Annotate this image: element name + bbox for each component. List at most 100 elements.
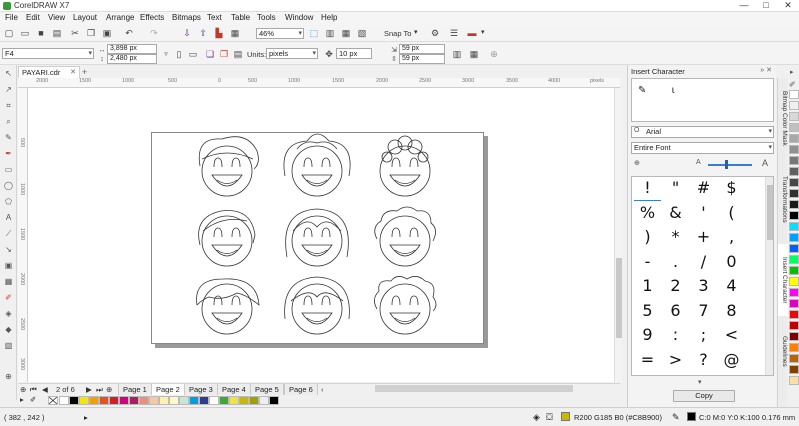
menu-edit[interactable]: Edit: [26, 13, 40, 22]
vertical-scroll-thumb[interactable]: [616, 258, 622, 338]
menu-effects[interactable]: Effects: [140, 13, 164, 22]
lock-ratio-icon[interactable]: ▿: [160, 48, 172, 60]
color-swatch[interactable]: [129, 396, 139, 405]
tab-insert-character[interactable]: Insert Character: [778, 244, 788, 316]
add-document-icon[interactable]: +: [82, 67, 87, 77]
character-cell[interactable]: 5: [634, 300, 661, 324]
menu-text[interactable]: Text: [207, 13, 222, 22]
character-cell[interactable]: !: [634, 177, 661, 201]
color-swatch[interactable]: [789, 200, 799, 209]
status-arrow-icon[interactable]: ▸: [84, 413, 88, 422]
add-property-icon[interactable]: ⊕: [488, 48, 500, 60]
horizontal-ruler[interactable]: 2000 1500 1000 500 0 500 1000 1500 2000 …: [18, 78, 620, 88]
print-icon[interactable]: ▤: [51, 27, 63, 39]
crop-tool-icon[interactable]: ⌗: [3, 100, 14, 111]
character-cell[interactable]: =: [634, 349, 661, 373]
character-cell[interactable]: 4: [718, 275, 745, 299]
text-tool-icon[interactable]: A: [3, 212, 14, 223]
options-icon-2[interactable]: ▦: [468, 48, 480, 60]
character-cell[interactable]: ": [662, 177, 689, 201]
size-slider-handle[interactable]: [725, 160, 728, 169]
color-swatch[interactable]: [99, 396, 109, 405]
menu-bitmaps[interactable]: Bitmaps: [172, 13, 201, 22]
horizontal-scrollbar[interactable]: [375, 385, 573, 392]
color-swatch[interactable]: [209, 396, 219, 405]
color-swatch[interactable]: [789, 211, 799, 220]
color-swatch[interactable]: [789, 288, 799, 297]
character-cell[interactable]: -: [634, 251, 661, 275]
add-tool-icon[interactable]: ⊕: [3, 371, 14, 382]
publish-pdf-icon[interactable]: ▙: [213, 27, 225, 39]
color-swatch[interactable]: [789, 222, 799, 231]
new-document-icon[interactable]: ▢: [3, 27, 15, 39]
character-cell[interactable]: 0: [718, 251, 745, 275]
character-cell[interactable]: 1: [634, 275, 661, 299]
character-cell[interactable]: &: [662, 202, 689, 226]
character-cell[interactable]: 2: [662, 275, 689, 299]
show-guidelines-icon[interactable]: ▧: [356, 27, 368, 39]
color-swatch[interactable]: [219, 396, 229, 405]
freehand-tool-icon[interactable]: ✎: [3, 132, 14, 143]
character-cell[interactable]: *: [662, 226, 689, 250]
app-launcher-icon[interactable]: ▦: [229, 27, 241, 39]
nudge-distance-field[interactable]: 10 px: [336, 48, 372, 59]
menu-table[interactable]: Table: [231, 13, 250, 22]
all-pages-icon[interactable]: ❏: [204, 48, 216, 60]
current-page-icon[interactable]: ❐: [218, 48, 230, 60]
page-height-field[interactable]: 2,480 px: [107, 54, 157, 64]
color-swatch[interactable]: [189, 396, 199, 405]
paste-icon[interactable]: ▣: [101, 27, 113, 39]
cut-icon[interactable]: ✂: [69, 27, 81, 39]
maximize-button[interactable]: □: [755, 0, 777, 12]
open-icon[interactable]: ▭: [19, 27, 31, 39]
landscape-icon[interactable]: ▭: [187, 48, 199, 60]
palette-arrow-icon[interactable]: ▸: [790, 68, 794, 76]
character-cell[interactable]: (: [718, 202, 745, 226]
character-cell[interactable]: B: [662, 373, 689, 375]
color-swatch[interactable]: [789, 376, 799, 385]
color-swatch[interactable]: [789, 277, 799, 286]
color-swatch[interactable]: [229, 396, 239, 405]
color-swatch[interactable]: [789, 112, 799, 121]
character-cell[interactable]: <: [718, 324, 745, 348]
parallel-dimension-tool-icon[interactable]: ⟋: [3, 228, 14, 239]
rectangle-tool-icon[interactable]: ▭: [3, 164, 14, 175]
character-grid-expand-icon[interactable]: ▾: [698, 378, 702, 386]
character-size-slider[interactable]: ⊕ A A: [634, 158, 774, 170]
color-swatch[interactable]: [169, 396, 179, 405]
polygon-tool-icon[interactable]: ⬠: [3, 196, 14, 207]
no-color-swatch[interactable]: [48, 396, 58, 405]
palette-scroll-icon[interactable]: ▸: [20, 395, 24, 404]
export-icon[interactable]: ⇧: [197, 27, 209, 39]
character-grid-scroll-thumb[interactable]: [767, 185, 773, 240]
color-swatch[interactable]: [789, 299, 799, 308]
tab-transformations[interactable]: Transformations: [778, 160, 788, 238]
connector-tool-icon[interactable]: ↘: [3, 244, 14, 255]
color-swatch[interactable]: [789, 310, 799, 319]
treat-as-filled-icon[interactable]: ▥: [451, 48, 463, 60]
character-cell[interactable]: @: [718, 349, 745, 373]
color-eyedropper-tool-icon[interactable]: ✐: [3, 292, 14, 303]
snap-to-menu[interactable]: Snap To: [384, 29, 411, 38]
copy-button[interactable]: Copy: [673, 390, 735, 402]
character-cell[interactable]: ;: [690, 324, 717, 348]
menu-arrange[interactable]: Arrange: [106, 13, 134, 22]
drawing-page[interactable]: [151, 132, 484, 344]
docker-controls-icon[interactable]: » ✕: [760, 66, 772, 74]
page-width-field[interactable]: 3,898 px: [107, 44, 157, 54]
duplicate-distance-y-field[interactable]: 59 px: [399, 54, 445, 64]
color-swatch[interactable]: [789, 266, 799, 275]
font-select[interactable]: Arial: [631, 126, 774, 138]
duplicate-distance-x-field[interactable]: 59 px: [399, 44, 445, 54]
document-tab[interactable]: PAYARI.cdr ✕: [18, 66, 80, 78]
character-cell[interactable]: $: [718, 177, 745, 201]
color-swatch[interactable]: [69, 396, 79, 405]
minimize-button[interactable]: —: [733, 0, 755, 12]
character-cell[interactable]: 6: [662, 300, 689, 324]
color-swatch[interactable]: [789, 134, 799, 143]
color-swatch[interactable]: [789, 101, 799, 110]
mesh-fill-tool-icon[interactable]: ▧: [3, 340, 14, 351]
ellipse-tool-icon[interactable]: ◯: [3, 180, 14, 191]
character-subset-select[interactable]: Entire Font: [631, 142, 774, 154]
zoom-level-select[interactable]: 46%: [256, 28, 304, 39]
